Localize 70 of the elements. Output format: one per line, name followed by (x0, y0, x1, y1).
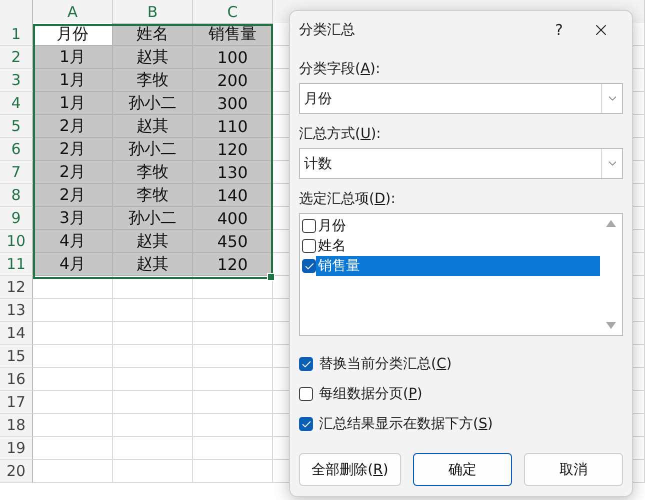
dialog-button[interactable]: 取消 (524, 453, 623, 486)
column-header[interactable]: B (113, 0, 193, 25)
table-cell: 李牧 (113, 184, 193, 207)
dropdown-field[interactable]: 月份 (299, 83, 623, 114)
row-header[interactable]: 6 (0, 138, 33, 161)
list-item[interactable]: 姓名 (316, 236, 600, 256)
table-cell: 孙小二 (113, 138, 193, 161)
table-cell: 2月 (33, 115, 113, 138)
checkbox-label: 每组数据分页(P) (319, 385, 422, 403)
table-cell: 赵其 (113, 230, 193, 253)
table-cell: 李牧 (113, 69, 193, 92)
checkbox-label: 汇总结果显示在数据下方(S) (319, 415, 493, 433)
table-cell: 3月 (33, 207, 113, 230)
table-cell: 450 (193, 230, 273, 253)
table-cell: 1月 (33, 92, 113, 115)
row-header[interactable]: 13 (0, 299, 33, 322)
dialog-button[interactable]: 全部删除(R) (299, 453, 401, 486)
table-cell: 200 (193, 69, 273, 92)
row-header[interactable]: 9 (0, 207, 33, 230)
table-cell: 300 (193, 92, 273, 115)
row-header[interactable]: 1 (0, 23, 33, 46)
table-cell: 1月 (33, 69, 113, 92)
checkbox-label: 替换当前分类汇总(C) (319, 355, 452, 373)
table-cell: 100 (193, 46, 273, 69)
row-header[interactable]: 16 (0, 368, 33, 391)
row-header[interactable]: 4 (0, 92, 33, 115)
dropdown-field[interactable]: 计数 (299, 148, 623, 179)
column-header[interactable]: C (193, 0, 273, 25)
table-cell: 140 (193, 184, 273, 207)
field-label: 分类字段(A): (299, 60, 380, 78)
table-cell: 姓名 (113, 23, 193, 46)
row-header[interactable]: 7 (0, 161, 33, 184)
list-item[interactable]: 月份 (316, 216, 600, 236)
table-cell: 李牧 (113, 161, 193, 184)
table-cell: 110 (193, 115, 273, 138)
list-item[interactable]: 销售量 (316, 256, 600, 276)
table-cell: 1月 (33, 46, 113, 69)
table-cell: 120 (193, 138, 273, 161)
table-cell: 130 (193, 161, 273, 184)
table-cell: 赵其 (113, 253, 193, 276)
table-cell: 2月 (33, 184, 113, 207)
row-header[interactable]: 12 (0, 276, 33, 299)
table-cell: 孙小二 (113, 92, 193, 115)
ok-button[interactable]: 确定 (413, 453, 512, 486)
row-header[interactable]: 3 (0, 69, 33, 92)
row-header[interactable]: 2 (0, 46, 33, 69)
row-header[interactable]: 20 (0, 460, 33, 483)
field-label: 汇总方式(U): (299, 125, 381, 143)
table-cell: 2月 (33, 138, 113, 161)
row-header[interactable]: 15 (0, 345, 33, 368)
row-header[interactable]: 11 (0, 253, 33, 276)
table-cell: 赵其 (113, 115, 193, 138)
table-cell: 4月 (33, 253, 113, 276)
table-cell: 4月 (33, 230, 113, 253)
row-header[interactable]: 5 (0, 115, 33, 138)
table-cell: 120 (193, 253, 273, 276)
row-header[interactable]: 19 (0, 437, 33, 460)
row-header[interactable]: 17 (0, 391, 33, 414)
list-label: 选定汇总项(D): (299, 190, 396, 208)
dialog-title: 分类汇总 (299, 21, 356, 39)
row-header[interactable]: 8 (0, 184, 33, 207)
table-cell: 2月 (33, 161, 113, 184)
table-cell: 赵其 (113, 46, 193, 69)
table-cell: 400 (193, 207, 273, 230)
help-button[interactable]: ? (539, 15, 579, 45)
table-cell: 孙小二 (113, 207, 193, 230)
row-header[interactable]: 14 (0, 322, 33, 345)
column-header[interactable]: A (33, 0, 113, 25)
row-header[interactable]: 18 (0, 414, 33, 437)
row-header[interactable]: 10 (0, 230, 33, 253)
